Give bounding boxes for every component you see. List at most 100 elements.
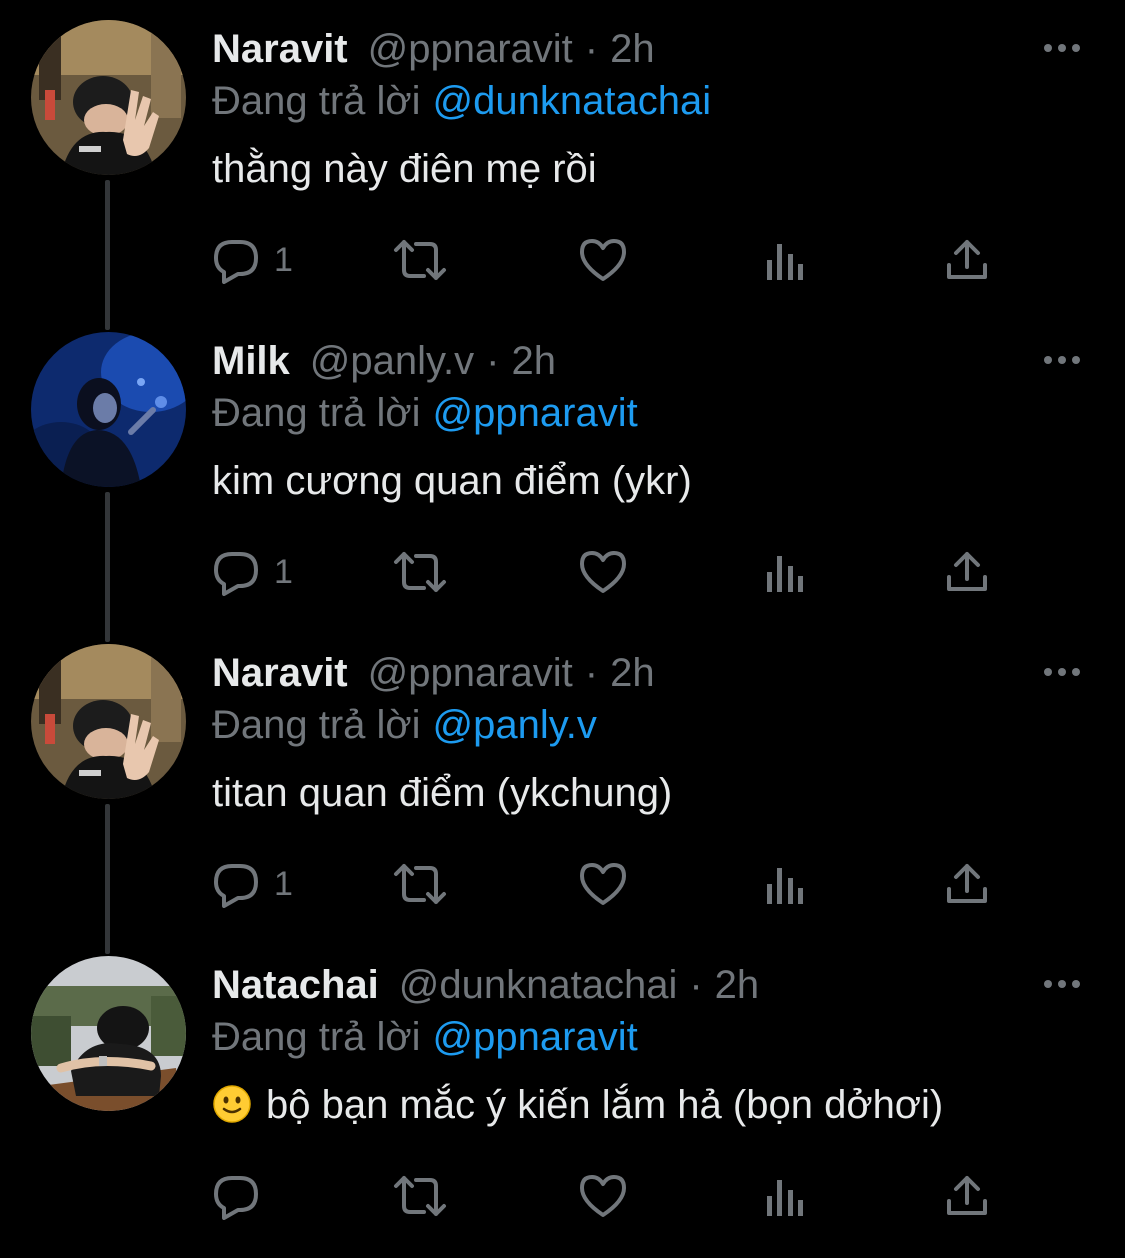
separator-dot: · [486, 339, 500, 383]
slightly-smiling-face-icon [212, 1084, 252, 1138]
reply-count: 1 [274, 865, 293, 903]
views-button[interactable] [764, 546, 806, 598]
more-options-button[interactable] [1040, 970, 1084, 998]
like-button[interactable] [578, 1170, 628, 1222]
timestamp[interactable]: 2h [715, 963, 760, 1007]
more-options-button[interactable] [1040, 34, 1084, 62]
tweet-actions: 1 [212, 858, 1012, 910]
retweet-icon [394, 552, 446, 592]
more-dots-icon [1044, 668, 1080, 676]
replying-to: Đang trả lời @dunknatachai [212, 76, 711, 126]
separator-dot: · [689, 963, 703, 1007]
display-name[interactable]: Natachai [212, 963, 379, 1007]
heart-icon [580, 863, 626, 905]
tweet-header: Natachai @dunknatachai · 2h [212, 960, 759, 1010]
reply-icon [214, 864, 258, 908]
avatar[interactable] [31, 20, 186, 175]
like-button[interactable] [578, 546, 628, 598]
reply-button[interactable] [212, 1170, 274, 1222]
more-dots-icon [1044, 356, 1080, 364]
reply-icon [214, 1176, 258, 1220]
timestamp[interactable]: 2h [610, 27, 655, 71]
replying-to-label: Đang trả lời [212, 703, 421, 747]
retweet-icon [394, 864, 446, 904]
views-icon [767, 244, 803, 280]
avatar[interactable] [31, 644, 186, 799]
timestamp[interactable]: 2h [512, 339, 557, 383]
user-handle[interactable]: @dunknatachai [399, 963, 678, 1007]
share-icon [947, 1176, 987, 1215]
retweet-button[interactable] [392, 858, 448, 910]
replying-to-label: Đang trả lời [212, 79, 421, 123]
reply-button[interactable]: 1 [212, 858, 293, 910]
tweet-text: thằng này điên mẹ rồi [212, 147, 597, 191]
share-button[interactable] [944, 858, 990, 910]
separator-dot: · [584, 651, 599, 695]
share-icon [947, 552, 987, 591]
timestamp[interactable]: 2h [610, 651, 655, 695]
reply-thread: Naravit @ppnaravit · 2h Đang trả lời @dunkna… [0, 0, 1125, 1258]
heart-icon [580, 1175, 626, 1217]
more-options-button[interactable] [1040, 658, 1084, 686]
tweet-header: Naravit @ppnaravit · 2h [212, 648, 655, 698]
tweet-actions: 1 [212, 234, 1012, 286]
tweet-text: kim cương quan điểm (ykr) [212, 459, 692, 503]
reply-count: 1 [274, 241, 293, 279]
heart-icon [580, 239, 626, 281]
more-dots-icon [1044, 980, 1080, 988]
separator-dot: · [584, 27, 599, 71]
tweet[interactable]: Naravit @ppnaravit · 2h Đang trả lời @dunkna… [0, 0, 1125, 312]
replying-to: Đang trả lời @ppnaravit [212, 388, 638, 438]
mention-link[interactable]: @dunknatachai [433, 79, 712, 123]
share-button[interactable] [944, 546, 990, 598]
retweet-button[interactable] [392, 234, 448, 286]
replying-to-label: Đang trả lời [212, 1015, 421, 1059]
replying-to: Đang trả lời @panly.v [212, 700, 597, 750]
user-handle[interactable]: @ppnaravit [368, 651, 573, 695]
reply-button[interactable]: 1 [212, 546, 293, 598]
more-options-button[interactable] [1040, 346, 1084, 374]
retweet-button[interactable] [392, 1170, 448, 1222]
tweet-actions: 1 [212, 546, 1012, 598]
tweet[interactable]: Naravit @ppnaravit · 2h Đang trả lời @panly.… [0, 624, 1125, 936]
user-handle[interactable]: @ppnaravit [368, 27, 573, 71]
reply-icon [214, 240, 258, 284]
avatar[interactable] [31, 332, 186, 487]
retweet-icon [394, 1176, 446, 1216]
heart-icon [580, 551, 626, 593]
views-button[interactable] [764, 234, 806, 286]
like-button[interactable] [578, 234, 628, 286]
tweet-text: titan quan điểm (ykchung) [212, 771, 673, 815]
tweet-text-content: bộ bạn mắc ý kiến lắm hả (bọn dởhơi) [266, 1083, 944, 1127]
reply-count: 1 [274, 553, 293, 591]
tweet-header: Milk @panly.v · 2h [212, 336, 556, 386]
like-button[interactable] [578, 858, 628, 910]
user-handle[interactable]: @panly.v [310, 339, 474, 383]
display-name[interactable]: Naravit [212, 27, 348, 71]
share-button[interactable] [944, 1170, 990, 1222]
views-icon [767, 1180, 803, 1216]
retweet-icon [394, 240, 446, 280]
tweet-actions [212, 1170, 1012, 1222]
share-button[interactable] [944, 234, 990, 286]
share-icon [947, 864, 987, 903]
views-icon [767, 868, 803, 904]
reply-button[interactable]: 1 [212, 234, 293, 286]
replying-to: Đang trả lời @ppnaravit [212, 1012, 638, 1062]
display-name[interactable]: Naravit [212, 651, 348, 695]
share-icon [947, 240, 987, 279]
mention-link[interactable]: @ppnaravit [433, 391, 638, 435]
more-dots-icon [1044, 44, 1080, 52]
mention-link[interactable]: @panly.v [433, 703, 597, 747]
reply-icon [214, 552, 258, 596]
views-button[interactable] [764, 1170, 806, 1222]
tweet[interactable]: Milk @panly.v · 2h Đang trả lời @ppnaravit k… [0, 312, 1125, 624]
tweet[interactable]: Natachai @dunknatachai · 2h Đang trả lời @pp… [0, 936, 1125, 1248]
retweet-button[interactable] [392, 546, 448, 598]
replying-to-label: Đang trả lời [212, 391, 421, 435]
views-icon [767, 556, 803, 592]
display-name[interactable]: Milk [212, 339, 290, 383]
avatar[interactable] [31, 956, 186, 1111]
views-button[interactable] [764, 858, 806, 910]
mention-link[interactable]: @ppnaravit [433, 1015, 638, 1059]
